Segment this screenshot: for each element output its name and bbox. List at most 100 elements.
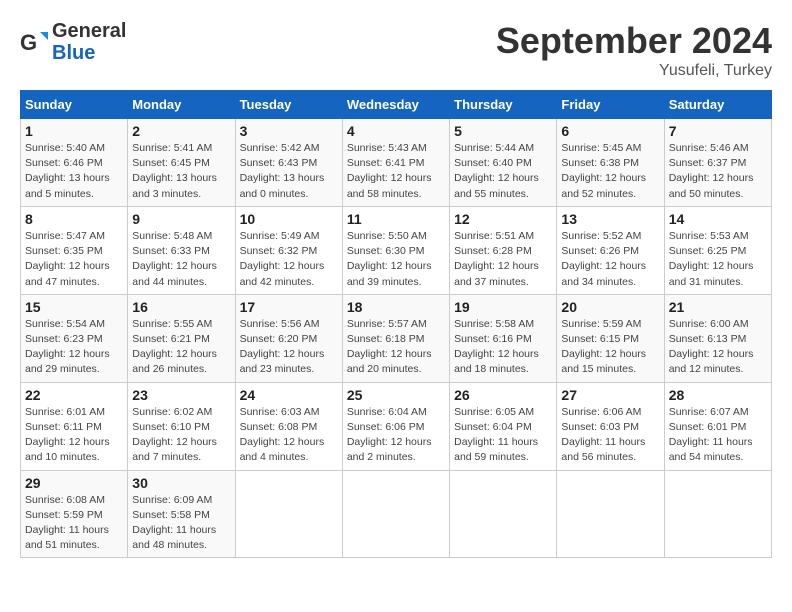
calendar-cell — [342, 470, 449, 558]
logo-line2: Blue — [52, 42, 126, 64]
day-info: Sunrise: 6:07 AM Sunset: 6:01 PM Dayligh… — [669, 405, 767, 466]
calendar-cell — [557, 470, 664, 558]
calendar-week-row: 22 Sunrise: 6:01 AM Sunset: 6:11 PM Dayli… — [21, 382, 772, 470]
day-info: Sunrise: 5:54 AM Sunset: 6:23 PM Dayligh… — [25, 317, 123, 378]
calendar-cell: 6 Sunrise: 5:45 AM Sunset: 6:38 PM Daylig… — [557, 119, 664, 207]
day-number: 28 — [669, 387, 767, 403]
day-number: 4 — [347, 123, 445, 139]
day-info: Sunrise: 6:02 AM Sunset: 6:10 PM Dayligh… — [132, 405, 230, 466]
day-info: Sunrise: 6:05 AM Sunset: 6:04 PM Dayligh… — [454, 405, 552, 466]
day-number: 24 — [240, 387, 338, 403]
calendar-cell: 18Sunrise: 5:57 AM Sunset: 6:18 PM Dayli… — [342, 294, 449, 382]
calendar-cell — [235, 470, 342, 558]
title-block: September 2024 Yusufeli, Turkey — [496, 20, 772, 80]
calendar-cell: 8 Sunrise: 5:47 AM Sunset: 6:35 PM Daylig… — [21, 206, 128, 294]
calendar-cell: 30 Sunrise: 6:09 AM Sunset: 5:58 PM Dayli… — [128, 470, 235, 558]
day-number: 26 — [454, 387, 552, 403]
calendar-cell — [664, 470, 771, 558]
day-number: 2 — [132, 123, 230, 139]
day-number: 7 — [669, 123, 767, 139]
day-number: 12 — [454, 211, 552, 227]
calendar-cell: 1Sunrise: 5:40 AM Sunset: 6:46 PM Daylig… — [21, 119, 128, 207]
calendar-week-row: 29Sunrise: 6:08 AM Sunset: 5:59 PM Dayli… — [21, 470, 772, 558]
day-info: Sunrise: 5:41 AM Sunset: 6:45 PM Dayligh… — [132, 141, 230, 202]
calendar-cell: 11Sunrise: 5:50 AM Sunset: 6:30 PM Dayli… — [342, 206, 449, 294]
day-number: 14 — [669, 211, 767, 227]
page-header: G General Blue September 2024 Yusufeli, … — [20, 20, 772, 80]
calendar-body: 1Sunrise: 5:40 AM Sunset: 6:46 PM Daylig… — [21, 119, 772, 558]
day-info: Sunrise: 6:06 AM Sunset: 6:03 PM Dayligh… — [561, 405, 659, 466]
calendar-cell: 23 Sunrise: 6:02 AM Sunset: 6:10 PM Dayli… — [128, 382, 235, 470]
calendar-cell: 13 Sunrise: 5:52 AM Sunset: 6:26 PM Dayli… — [557, 206, 664, 294]
day-of-week-header: Saturday — [664, 91, 771, 119]
calendar-cell: 5 Sunrise: 5:44 AM Sunset: 6:40 PM Daylig… — [450, 119, 557, 207]
day-info: Sunrise: 6:08 AM Sunset: 5:59 PM Dayligh… — [25, 493, 123, 554]
calendar-cell: 9 Sunrise: 5:48 AM Sunset: 6:33 PM Daylig… — [128, 206, 235, 294]
day-info: Sunrise: 5:40 AM Sunset: 6:46 PM Dayligh… — [25, 141, 123, 202]
day-number: 16 — [132, 299, 230, 315]
calendar-cell: 20Sunrise: 5:59 AM Sunset: 6:15 PM Dayli… — [557, 294, 664, 382]
day-info: Sunrise: 5:52 AM Sunset: 6:26 PM Dayligh… — [561, 229, 659, 290]
logo: G General Blue — [20, 20, 126, 64]
calendar-header-row: SundayMondayTuesdayWednesdayThursdayFrid… — [21, 91, 772, 119]
calendar-cell — [450, 470, 557, 558]
day-info: Sunrise: 5:58 AM Sunset: 6:16 PM Dayligh… — [454, 317, 552, 378]
day-number: 15 — [25, 299, 123, 315]
day-number: 30 — [132, 475, 230, 491]
calendar-cell: 21Sunrise: 6:00 AM Sunset: 6:13 PM Dayli… — [664, 294, 771, 382]
calendar-cell: 16 Sunrise: 5:55 AM Sunset: 6:21 PM Dayli… — [128, 294, 235, 382]
day-number: 27 — [561, 387, 659, 403]
logo-line1: General — [52, 20, 126, 42]
day-number: 10 — [240, 211, 338, 227]
day-number: 18 — [347, 299, 445, 315]
day-info: Sunrise: 5:55 AM Sunset: 6:21 PM Dayligh… — [132, 317, 230, 378]
day-of-week-header: Sunday — [21, 91, 128, 119]
calendar-week-row: 8 Sunrise: 5:47 AM Sunset: 6:35 PM Daylig… — [21, 206, 772, 294]
calendar-cell: 2 Sunrise: 5:41 AM Sunset: 6:45 PM Daylig… — [128, 119, 235, 207]
calendar-cell: 22 Sunrise: 6:01 AM Sunset: 6:11 PM Dayli… — [21, 382, 128, 470]
day-info: Sunrise: 5:56 AM Sunset: 6:20 PM Dayligh… — [240, 317, 338, 378]
day-info: Sunrise: 5:43 AM Sunset: 6:41 PM Dayligh… — [347, 141, 445, 202]
calendar-cell: 24Sunrise: 6:03 AM Sunset: 6:08 PM Dayli… — [235, 382, 342, 470]
day-info: Sunrise: 5:44 AM Sunset: 6:40 PM Dayligh… — [454, 141, 552, 202]
calendar-week-row: 1Sunrise: 5:40 AM Sunset: 6:46 PM Daylig… — [21, 119, 772, 207]
day-info: Sunrise: 6:04 AM Sunset: 6:06 PM Dayligh… — [347, 405, 445, 466]
day-number: 17 — [240, 299, 338, 315]
calendar-table: SundayMondayTuesdayWednesdayThursdayFrid… — [20, 90, 772, 558]
calendar-cell: 7Sunrise: 5:46 AM Sunset: 6:37 PM Daylig… — [664, 119, 771, 207]
calendar-cell: 26 Sunrise: 6:05 AM Sunset: 6:04 PM Dayli… — [450, 382, 557, 470]
day-number: 25 — [347, 387, 445, 403]
day-number: 5 — [454, 123, 552, 139]
day-info: Sunrise: 5:50 AM Sunset: 6:30 PM Dayligh… — [347, 229, 445, 290]
day-number: 19 — [454, 299, 552, 315]
location: Yusufeli, Turkey — [496, 62, 772, 80]
calendar-cell: 29Sunrise: 6:08 AM Sunset: 5:59 PM Dayli… — [21, 470, 128, 558]
calendar-cell: 19 Sunrise: 5:58 AM Sunset: 6:16 PM Dayli… — [450, 294, 557, 382]
day-number: 22 — [25, 387, 123, 403]
svg-text:G: G — [20, 30, 37, 55]
day-of-week-header: Tuesday — [235, 91, 342, 119]
calendar-cell: 28 Sunrise: 6:07 AM Sunset: 6:01 PM Dayli… — [664, 382, 771, 470]
day-number: 13 — [561, 211, 659, 227]
day-number: 8 — [25, 211, 123, 227]
day-info: Sunrise: 5:59 AM Sunset: 6:15 PM Dayligh… — [561, 317, 659, 378]
day-of-week-header: Monday — [128, 91, 235, 119]
day-info: Sunrise: 5:49 AM Sunset: 6:32 PM Dayligh… — [240, 229, 338, 290]
day-info: Sunrise: 5:48 AM Sunset: 6:33 PM Dayligh… — [132, 229, 230, 290]
day-number: 6 — [561, 123, 659, 139]
day-info: Sunrise: 5:47 AM Sunset: 6:35 PM Dayligh… — [25, 229, 123, 290]
day-number: 9 — [132, 211, 230, 227]
calendar-cell: 14Sunrise: 5:53 AM Sunset: 6:25 PM Dayli… — [664, 206, 771, 294]
calendar-cell: 17 Sunrise: 5:56 AM Sunset: 6:20 PM Dayli… — [235, 294, 342, 382]
day-info: Sunrise: 6:01 AM Sunset: 6:11 PM Dayligh… — [25, 405, 123, 466]
day-number: 23 — [132, 387, 230, 403]
day-of-week-header: Friday — [557, 91, 664, 119]
day-info: Sunrise: 5:45 AM Sunset: 6:38 PM Dayligh… — [561, 141, 659, 202]
calendar-cell: 10 Sunrise: 5:49 AM Sunset: 6:32 PM Dayli… — [235, 206, 342, 294]
day-info: Sunrise: 5:51 AM Sunset: 6:28 PM Dayligh… — [454, 229, 552, 290]
day-info: Sunrise: 6:09 AM Sunset: 5:58 PM Dayligh… — [132, 493, 230, 554]
day-number: 3 — [240, 123, 338, 139]
day-of-week-header: Thursday — [450, 91, 557, 119]
calendar-cell: 12 Sunrise: 5:51 AM Sunset: 6:28 PM Dayli… — [450, 206, 557, 294]
day-info: Sunrise: 6:00 AM Sunset: 6:13 PM Dayligh… — [669, 317, 767, 378]
